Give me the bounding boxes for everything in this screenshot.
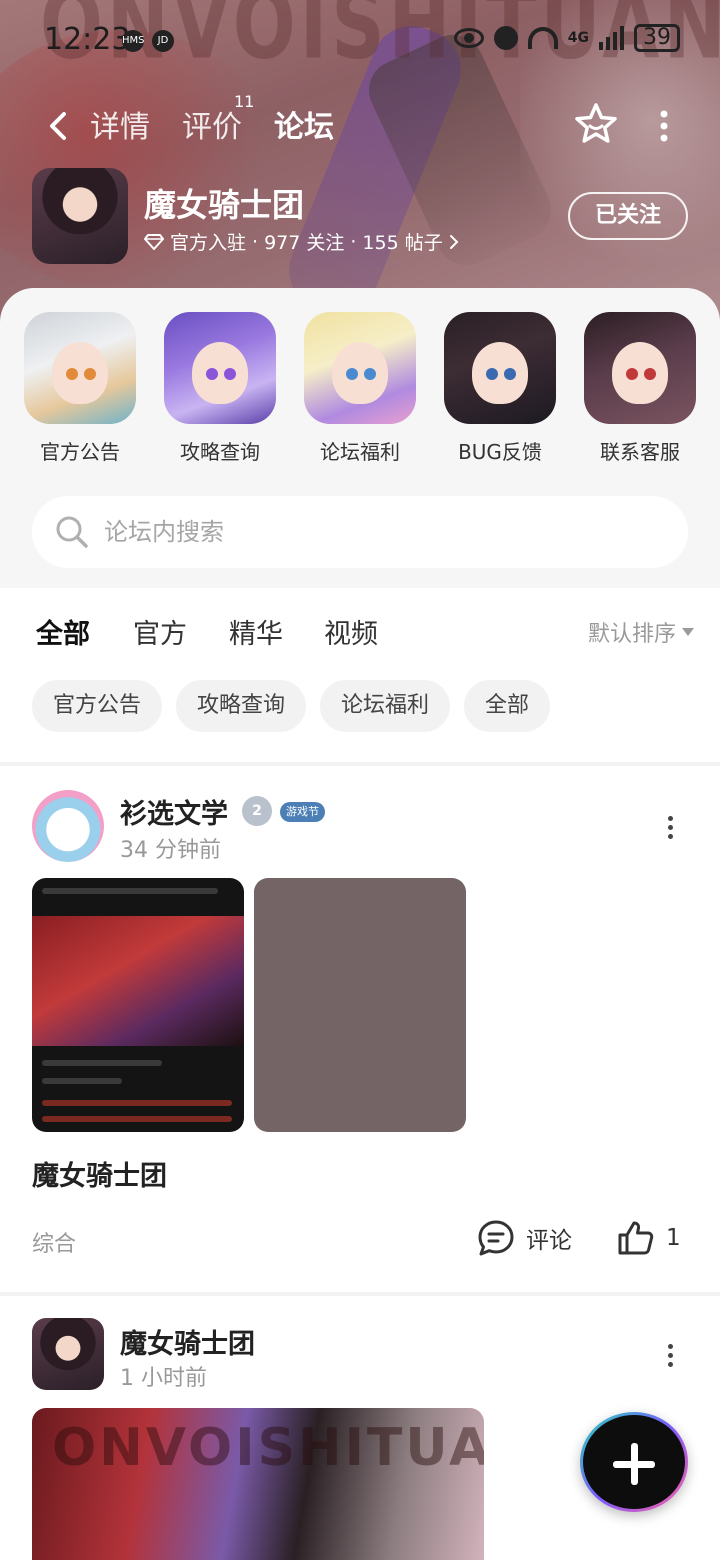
author-avatar[interactable] bbox=[32, 1318, 104, 1390]
post-more-icon[interactable] bbox=[660, 812, 680, 842]
alarm-icon bbox=[493, 26, 518, 50]
post-image-banner[interactable]: ONVOISHITUAN bbox=[32, 1408, 484, 1560]
meta-separator: · bbox=[252, 230, 259, 253]
shortcut-bug-report[interactable]: BUG反馈 bbox=[444, 312, 556, 464]
shortcut-row: 官方公告 攻略查询 论坛福利 BUG反馈 联系客服 bbox=[0, 312, 720, 464]
chevron-right-icon bbox=[449, 234, 459, 249]
create-post-button[interactable] bbox=[580, 1412, 688, 1512]
comment-label: 评论 bbox=[526, 1228, 572, 1254]
game-name: 魔女骑士团 bbox=[144, 186, 305, 224]
forum-search-bar[interactable] bbox=[32, 496, 688, 568]
thumbs-up-icon bbox=[618, 1221, 654, 1255]
meta-separator: · bbox=[350, 230, 357, 253]
tab-details[interactable]: 详情 bbox=[90, 102, 150, 146]
follow-button[interactable]: 已关注 bbox=[568, 192, 688, 240]
battery-icon: 39 bbox=[634, 24, 680, 52]
shortcut-image bbox=[304, 312, 416, 424]
followers-count: 977 关注 bbox=[264, 232, 345, 254]
tab-reviews[interactable]: 评价 bbox=[182, 102, 242, 146]
post-more-icon[interactable] bbox=[660, 1340, 680, 1370]
wifi-icon bbox=[527, 27, 558, 49]
post-author[interactable]: 衫选文学 bbox=[120, 792, 228, 831]
post-card[interactable]: 衫选文学 2 游戏节 34 分钟前 魔女骑士团 综合 评论 1 bbox=[0, 766, 720, 1292]
category-chips: 官方公告 攻略查询 论坛福利 全部 bbox=[32, 680, 551, 732]
event-badge: 游戏节 bbox=[280, 802, 325, 822]
post-time: 34 分钟前 bbox=[120, 838, 221, 863]
image-watermark: ONVOISHITUAN bbox=[52, 1418, 484, 1478]
favorite-star-icon[interactable] bbox=[572, 100, 620, 148]
game-meta[interactable]: 官方入驻 · 977 关注 · 155 帖子 bbox=[144, 228, 459, 255]
top-nav: 详情 评价 11 论坛 bbox=[0, 92, 720, 156]
post-title[interactable]: 魔女骑士团 bbox=[32, 1154, 167, 1193]
level-badge: 2 bbox=[242, 796, 272, 826]
shortcut-guide-search[interactable]: 攻略查询 bbox=[164, 312, 276, 464]
status-bar: 12:23 HMS JD 4G 39 bbox=[0, 0, 720, 80]
chip-official-notice[interactable]: 官方公告 bbox=[32, 680, 163, 732]
shortcut-image bbox=[164, 312, 276, 424]
eye-icon bbox=[453, 28, 484, 48]
shortcut-image bbox=[444, 312, 556, 424]
game-cover-image[interactable] bbox=[32, 168, 128, 264]
hms-icon: HMS bbox=[122, 30, 145, 52]
shortcut-image bbox=[584, 312, 696, 424]
shortcut-official-notice[interactable]: 官方公告 bbox=[24, 312, 136, 464]
posts-count: 155 帖子 bbox=[362, 232, 443, 254]
post-author[interactable]: 魔女骑士团 bbox=[120, 1322, 255, 1361]
like-button[interactable]: 1 bbox=[616, 1218, 681, 1258]
signal-icon bbox=[599, 26, 624, 50]
search-input[interactable] bbox=[104, 510, 664, 554]
chip-guide-search[interactable]: 攻略查询 bbox=[176, 680, 307, 732]
verified-label: 官方入驻 bbox=[170, 232, 247, 254]
filter-tab-all[interactable]: 全部 bbox=[36, 612, 90, 653]
filter-tab-featured[interactable]: 精华 bbox=[229, 612, 283, 651]
back-arrow-icon[interactable] bbox=[40, 106, 80, 146]
comment-button[interactable]: 评论 bbox=[476, 1218, 572, 1258]
more-menu-icon[interactable] bbox=[652, 106, 676, 146]
shortcut-forum-benefits[interactable]: 论坛福利 bbox=[304, 312, 416, 464]
post-category: 综合 bbox=[32, 1232, 77, 1257]
tab-forum[interactable]: 论坛 bbox=[274, 102, 334, 152]
comment-icon bbox=[478, 1220, 514, 1256]
filter-tab-official[interactable]: 官方 bbox=[133, 612, 187, 651]
post-image-placeholder[interactable] bbox=[254, 878, 466, 1132]
post-time: 1 小时前 bbox=[120, 1366, 207, 1391]
jd-icon: JD bbox=[152, 30, 174, 52]
post-image-screenshot[interactable] bbox=[32, 878, 244, 1132]
filter-tab-video[interactable]: 视频 bbox=[324, 612, 378, 651]
author-avatar[interactable] bbox=[32, 790, 104, 862]
like-count: 1 bbox=[666, 1225, 681, 1251]
caret-down-icon bbox=[682, 628, 694, 636]
chip-all[interactable]: 全部 bbox=[464, 680, 551, 732]
search-icon bbox=[56, 516, 88, 548]
verified-diamond-icon bbox=[144, 233, 164, 250]
reviews-count-badge: 11 bbox=[234, 92, 255, 111]
sort-label: 默认排序 bbox=[587, 622, 676, 647]
shortcut-image bbox=[24, 312, 136, 424]
status-time: 12:23 bbox=[44, 22, 131, 57]
shortcut-customer-service[interactable]: 联系客服 bbox=[584, 312, 696, 464]
post-filter-tabs: 全部 官方 精华 视频 默认排序 bbox=[0, 592, 720, 672]
sort-dropdown[interactable]: 默认排序 bbox=[588, 616, 694, 648]
network-type: 4G bbox=[567, 30, 589, 46]
chip-forum-benefits[interactable]: 论坛福利 bbox=[320, 680, 451, 732]
